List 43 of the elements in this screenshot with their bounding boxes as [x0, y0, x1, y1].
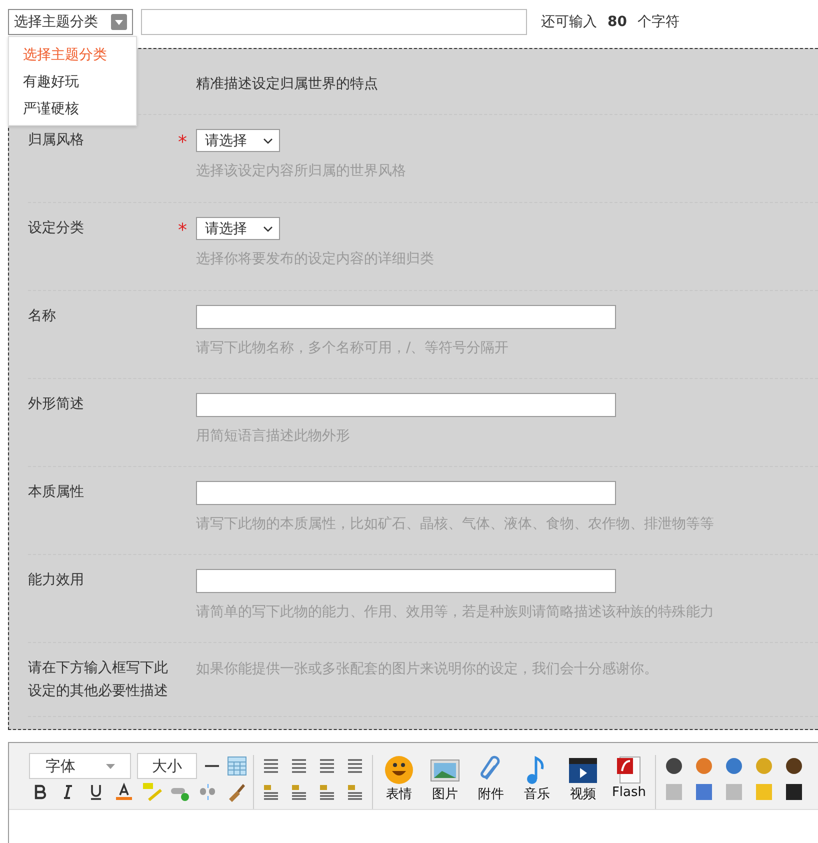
menu-item[interactable]: 严谨硬核 [9, 96, 136, 123]
field-label: 本质属性 [28, 483, 85, 502]
field-label: 设定分类 [28, 219, 85, 238]
media-button[interactable]: 视频 [563, 755, 603, 803]
text-field[interactable] [196, 305, 616, 329]
field-label: 归属风格 [28, 131, 85, 150]
smiley-icon [384, 755, 414, 785]
text-field[interactable] [196, 393, 616, 417]
select-field[interactable]: 请选择 [196, 217, 280, 240]
required-mark: * [178, 220, 187, 241]
caret-icon [111, 14, 127, 30]
chevron-icon [263, 138, 273, 144]
media-button[interactable]: 附件 [471, 755, 511, 803]
hint-text: 选择你将要发布的设定内容的详细归类 [196, 250, 434, 268]
menu-item[interactable]: 有趣好玩 [9, 69, 136, 96]
hint-text: 选择该设定内容所归属的世界风格 [196, 162, 406, 180]
field-label: 外形简述 [28, 395, 85, 414]
hint-text: 请简单的写下此物的能力、作用、效用等，若是种族则请简略描述该种族的特殊能力 [196, 603, 714, 621]
select-field[interactable]: 请选择 [196, 129, 280, 152]
hint-text: 请写下此物名称，多个名称可用，/、等符号分隔开 [196, 339, 509, 357]
hint-text: 如果你能提供一张或多张配套的图片来说明你的设定，我们会十分感谢你。 [196, 660, 658, 678]
size-select[interactable]: 大小 [137, 753, 197, 779]
field-label: 名称 [28, 307, 57, 326]
text-field[interactable] [196, 569, 616, 593]
font-color-icon[interactable] [113, 782, 135, 802]
chevron-icon [263, 226, 273, 232]
category-select[interactable]: 选择主题分类 [8, 9, 133, 35]
field-label: 请在下方输入框写下此设定的其他必要性描述 [28, 659, 169, 701]
media-button[interactable]: 图片 [425, 755, 465, 803]
clapperboard-icon [568, 755, 598, 785]
char-counter: 还可输入 80 个字符 [541, 13, 680, 31]
text-field[interactable] [196, 481, 616, 505]
caret-icon [106, 764, 115, 768]
section-description: 精准描述设定归属世界的特点 [196, 75, 378, 93]
media-button[interactable]: Flash [609, 755, 649, 803]
field-label: 能力效用 [28, 571, 85, 590]
font-select[interactable]: 字体 [29, 753, 131, 779]
media-button[interactable]: 音乐 [517, 755, 557, 803]
hint-text: 请写下此物的本质属性，比如矿石、晶核、气体、液体、食物、农作物、排泄物等等 [196, 515, 714, 533]
required-mark: * [178, 132, 187, 153]
title-input[interactable] [141, 9, 527, 35]
media-button[interactable]: 表情 [379, 755, 419, 803]
hint-text: 用简短语言描述此物外形 [196, 427, 350, 445]
